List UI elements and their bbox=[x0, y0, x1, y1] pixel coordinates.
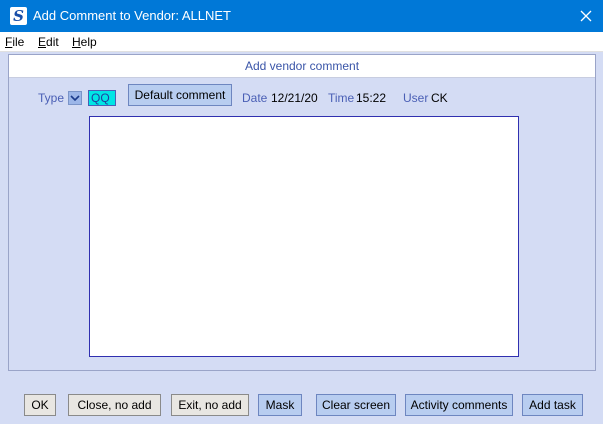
user-value: CK bbox=[431, 91, 448, 105]
close-button[interactable] bbox=[569, 0, 603, 32]
menu-bar: File Edit Help bbox=[0, 32, 603, 52]
window-title: Add Comment to Vendor: ALLNET bbox=[33, 8, 231, 23]
close-icon bbox=[580, 10, 592, 22]
menu-file[interactable]: File bbox=[5, 35, 24, 49]
menu-help[interactable]: Help bbox=[72, 35, 97, 49]
comment-panel: Add vendor comment Type QQ Default comme… bbox=[8, 54, 596, 371]
app-logo-icon: S bbox=[10, 7, 27, 25]
title-bar: S Add Comment to Vendor: ALLNET bbox=[0, 0, 603, 32]
type-label: Type bbox=[38, 91, 65, 105]
activity-comments-button[interactable]: Activity comments bbox=[405, 394, 513, 416]
add-task-button[interactable]: Add task bbox=[522, 394, 583, 416]
mask-button[interactable]: Mask bbox=[258, 394, 302, 416]
panel-header: Add vendor comment bbox=[9, 55, 595, 78]
chevron-down-icon bbox=[70, 95, 80, 102]
time-value: 15:22 bbox=[356, 91, 387, 105]
close-no-add-button[interactable]: Close, no add bbox=[68, 394, 161, 416]
time-label: Time bbox=[328, 91, 355, 105]
type-code-field[interactable]: QQ bbox=[88, 90, 116, 106]
menu-edit[interactable]: Edit bbox=[38, 35, 59, 49]
user-label: User bbox=[403, 91, 429, 105]
type-dropdown-button[interactable] bbox=[68, 91, 82, 105]
default-comment-button[interactable]: Default comment bbox=[128, 84, 232, 106]
ok-button[interactable]: OK bbox=[24, 394, 56, 416]
date-label: Date bbox=[242, 91, 268, 105]
comment-textarea[interactable] bbox=[89, 116, 519, 357]
exit-no-add-button[interactable]: Exit, no add bbox=[171, 394, 249, 416]
clear-screen-button[interactable]: Clear screen bbox=[316, 394, 396, 416]
date-value: 12/21/20 bbox=[271, 91, 318, 105]
